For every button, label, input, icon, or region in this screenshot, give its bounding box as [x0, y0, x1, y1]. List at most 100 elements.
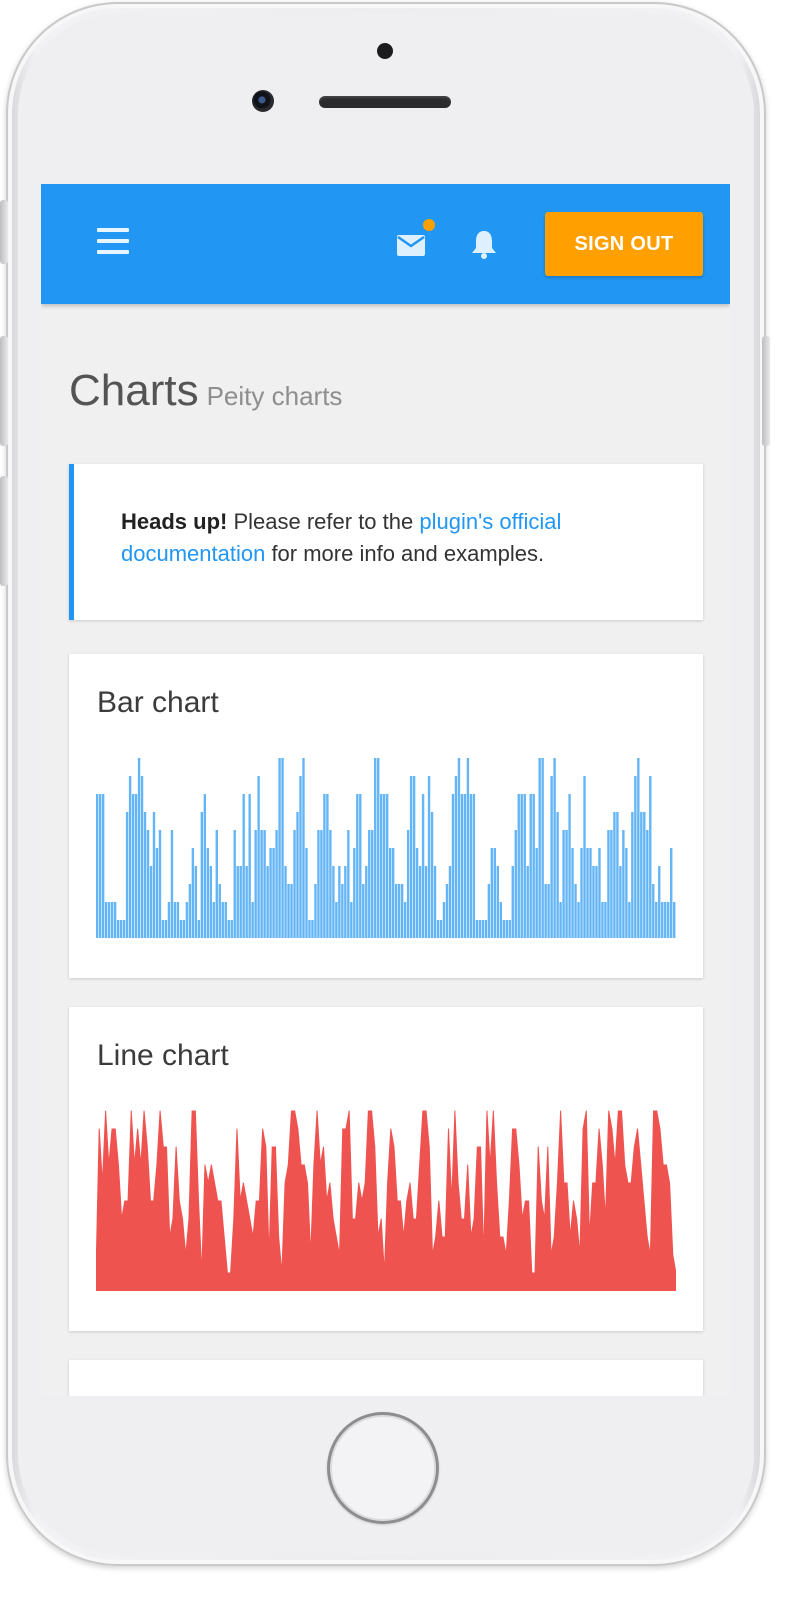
line-chart-point — [268, 1254, 270, 1256]
line-chart-point — [348, 1110, 350, 1112]
bar-chart-bar — [538, 758, 541, 938]
bar-chart-bar — [215, 830, 218, 938]
bar-chart-bar — [239, 866, 242, 938]
bar-chart-bar — [427, 776, 431, 938]
bar-chart-bar — [386, 794, 389, 938]
line-chart-point — [306, 1182, 308, 1184]
bar-chart-title: Bar chart — [97, 686, 219, 719]
line-chart-point — [585, 1110, 587, 1112]
bell-icon[interactable] — [469, 228, 499, 260]
bar-chart-bar — [448, 866, 452, 938]
bar-chart-bar — [580, 848, 583, 938]
bar-chart-bar — [335, 902, 338, 938]
line-chart-point — [486, 1110, 488, 1112]
line-chart-point — [265, 1146, 267, 1148]
line-chart-point — [262, 1128, 264, 1130]
bar-chart-bar — [146, 830, 150, 938]
bar-chart-bar — [314, 884, 317, 938]
bar-chart-bar — [457, 758, 461, 938]
line-chart-point — [271, 1146, 273, 1148]
line-chart-point — [162, 1146, 164, 1148]
line-chart-point — [114, 1128, 116, 1130]
bar-chart-bar — [260, 830, 263, 938]
line-chart-point — [447, 1128, 449, 1130]
mail-icon[interactable] — [395, 230, 429, 260]
line-chart-point — [290, 1110, 292, 1112]
bar-chart-bar — [98, 794, 102, 938]
home-button[interactable] — [327, 1412, 439, 1524]
line-chart-point — [627, 1182, 629, 1184]
bar-chart-bar — [391, 848, 395, 938]
line-chart-point — [540, 1200, 542, 1202]
line-chart-point — [435, 1236, 437, 1238]
line-chart-point — [489, 1164, 491, 1166]
line-chart-point — [605, 1218, 606, 1220]
line-chart-point — [258, 1200, 260, 1202]
bar-chart-bar — [502, 920, 505, 938]
bar-chart-bar — [311, 920, 314, 938]
line-chart-point — [246, 1200, 248, 1202]
line-chart-point — [396, 1200, 398, 1202]
line-chart-point — [207, 1182, 209, 1184]
line-chart-point — [637, 1128, 639, 1130]
bar-chart-bar — [116, 920, 120, 938]
sign-out-button[interactable]: SIGN OUT — [545, 212, 703, 276]
bar-chart-bar — [643, 812, 646, 938]
line-chart-point — [444, 1236, 446, 1238]
bar-chart-bar — [143, 812, 147, 938]
bar-chart-bar — [371, 830, 374, 938]
line-chart-point — [297, 1128, 299, 1130]
notification-dot — [423, 219, 435, 231]
line-chart-point — [640, 1164, 642, 1166]
line-chart-point — [588, 1236, 590, 1238]
bar-chart-bar — [266, 866, 269, 938]
line-chart-point — [319, 1164, 321, 1166]
line-chart-point — [502, 1236, 504, 1238]
bar-chart-bar — [275, 830, 278, 938]
line-chart-point — [611, 1128, 613, 1130]
line-chart-point — [339, 1254, 341, 1256]
line-chart-point — [569, 1236, 571, 1238]
bar-chart-bar — [607, 830, 610, 938]
line-chart-point — [198, 1200, 200, 1202]
line-chart-point — [137, 1128, 139, 1130]
line-chart-point — [563, 1182, 565, 1184]
line-chart-card: Line chart — [69, 1007, 703, 1331]
line-chart-point — [422, 1110, 424, 1112]
line-chart-point — [101, 1182, 103, 1184]
silent-switch — [0, 200, 8, 264]
bar-chart-bar — [631, 812, 634, 938]
bar-chart — [96, 758, 676, 938]
line-chart-point — [425, 1110, 427, 1112]
bar-chart-bar — [439, 920, 443, 938]
bar-chart-bar — [496, 866, 500, 938]
line-chart-point — [323, 1146, 325, 1148]
line-chart-point — [656, 1110, 658, 1112]
bar-chart-bar — [125, 812, 129, 938]
line-chart-point — [342, 1128, 344, 1130]
bar-chart-bar — [544, 884, 547, 938]
bar-chart-bar — [338, 866, 341, 938]
bar-chart-bar — [481, 920, 485, 938]
line-chart-point — [278, 1236, 280, 1238]
bar-chart-bar — [329, 830, 332, 938]
line-chart-point — [614, 1164, 616, 1166]
bar-chart-bar — [646, 830, 649, 938]
bar-chart-bar — [493, 848, 497, 938]
line-chart-point — [175, 1146, 177, 1148]
callout-text-after: for more info and examples. — [265, 541, 545, 566]
bar-chart-bar — [176, 902, 180, 938]
bar-chart-bar — [634, 776, 637, 938]
hamburger-menu-icon[interactable] — [97, 228, 129, 254]
bar-chart-bar — [104, 902, 108, 938]
bar-chart-bar — [535, 848, 538, 938]
bar-chart-bar — [269, 848, 272, 938]
line-chart-point — [140, 1164, 142, 1166]
bar-chart-bar — [484, 920, 488, 938]
line-chart-point — [547, 1146, 549, 1148]
bar-chart-bar — [673, 902, 676, 938]
bar-chart-bar — [655, 902, 658, 938]
bar-chart-bar — [128, 776, 132, 938]
line-chart-point — [662, 1164, 664, 1166]
bar-chart-bar — [598, 848, 601, 938]
